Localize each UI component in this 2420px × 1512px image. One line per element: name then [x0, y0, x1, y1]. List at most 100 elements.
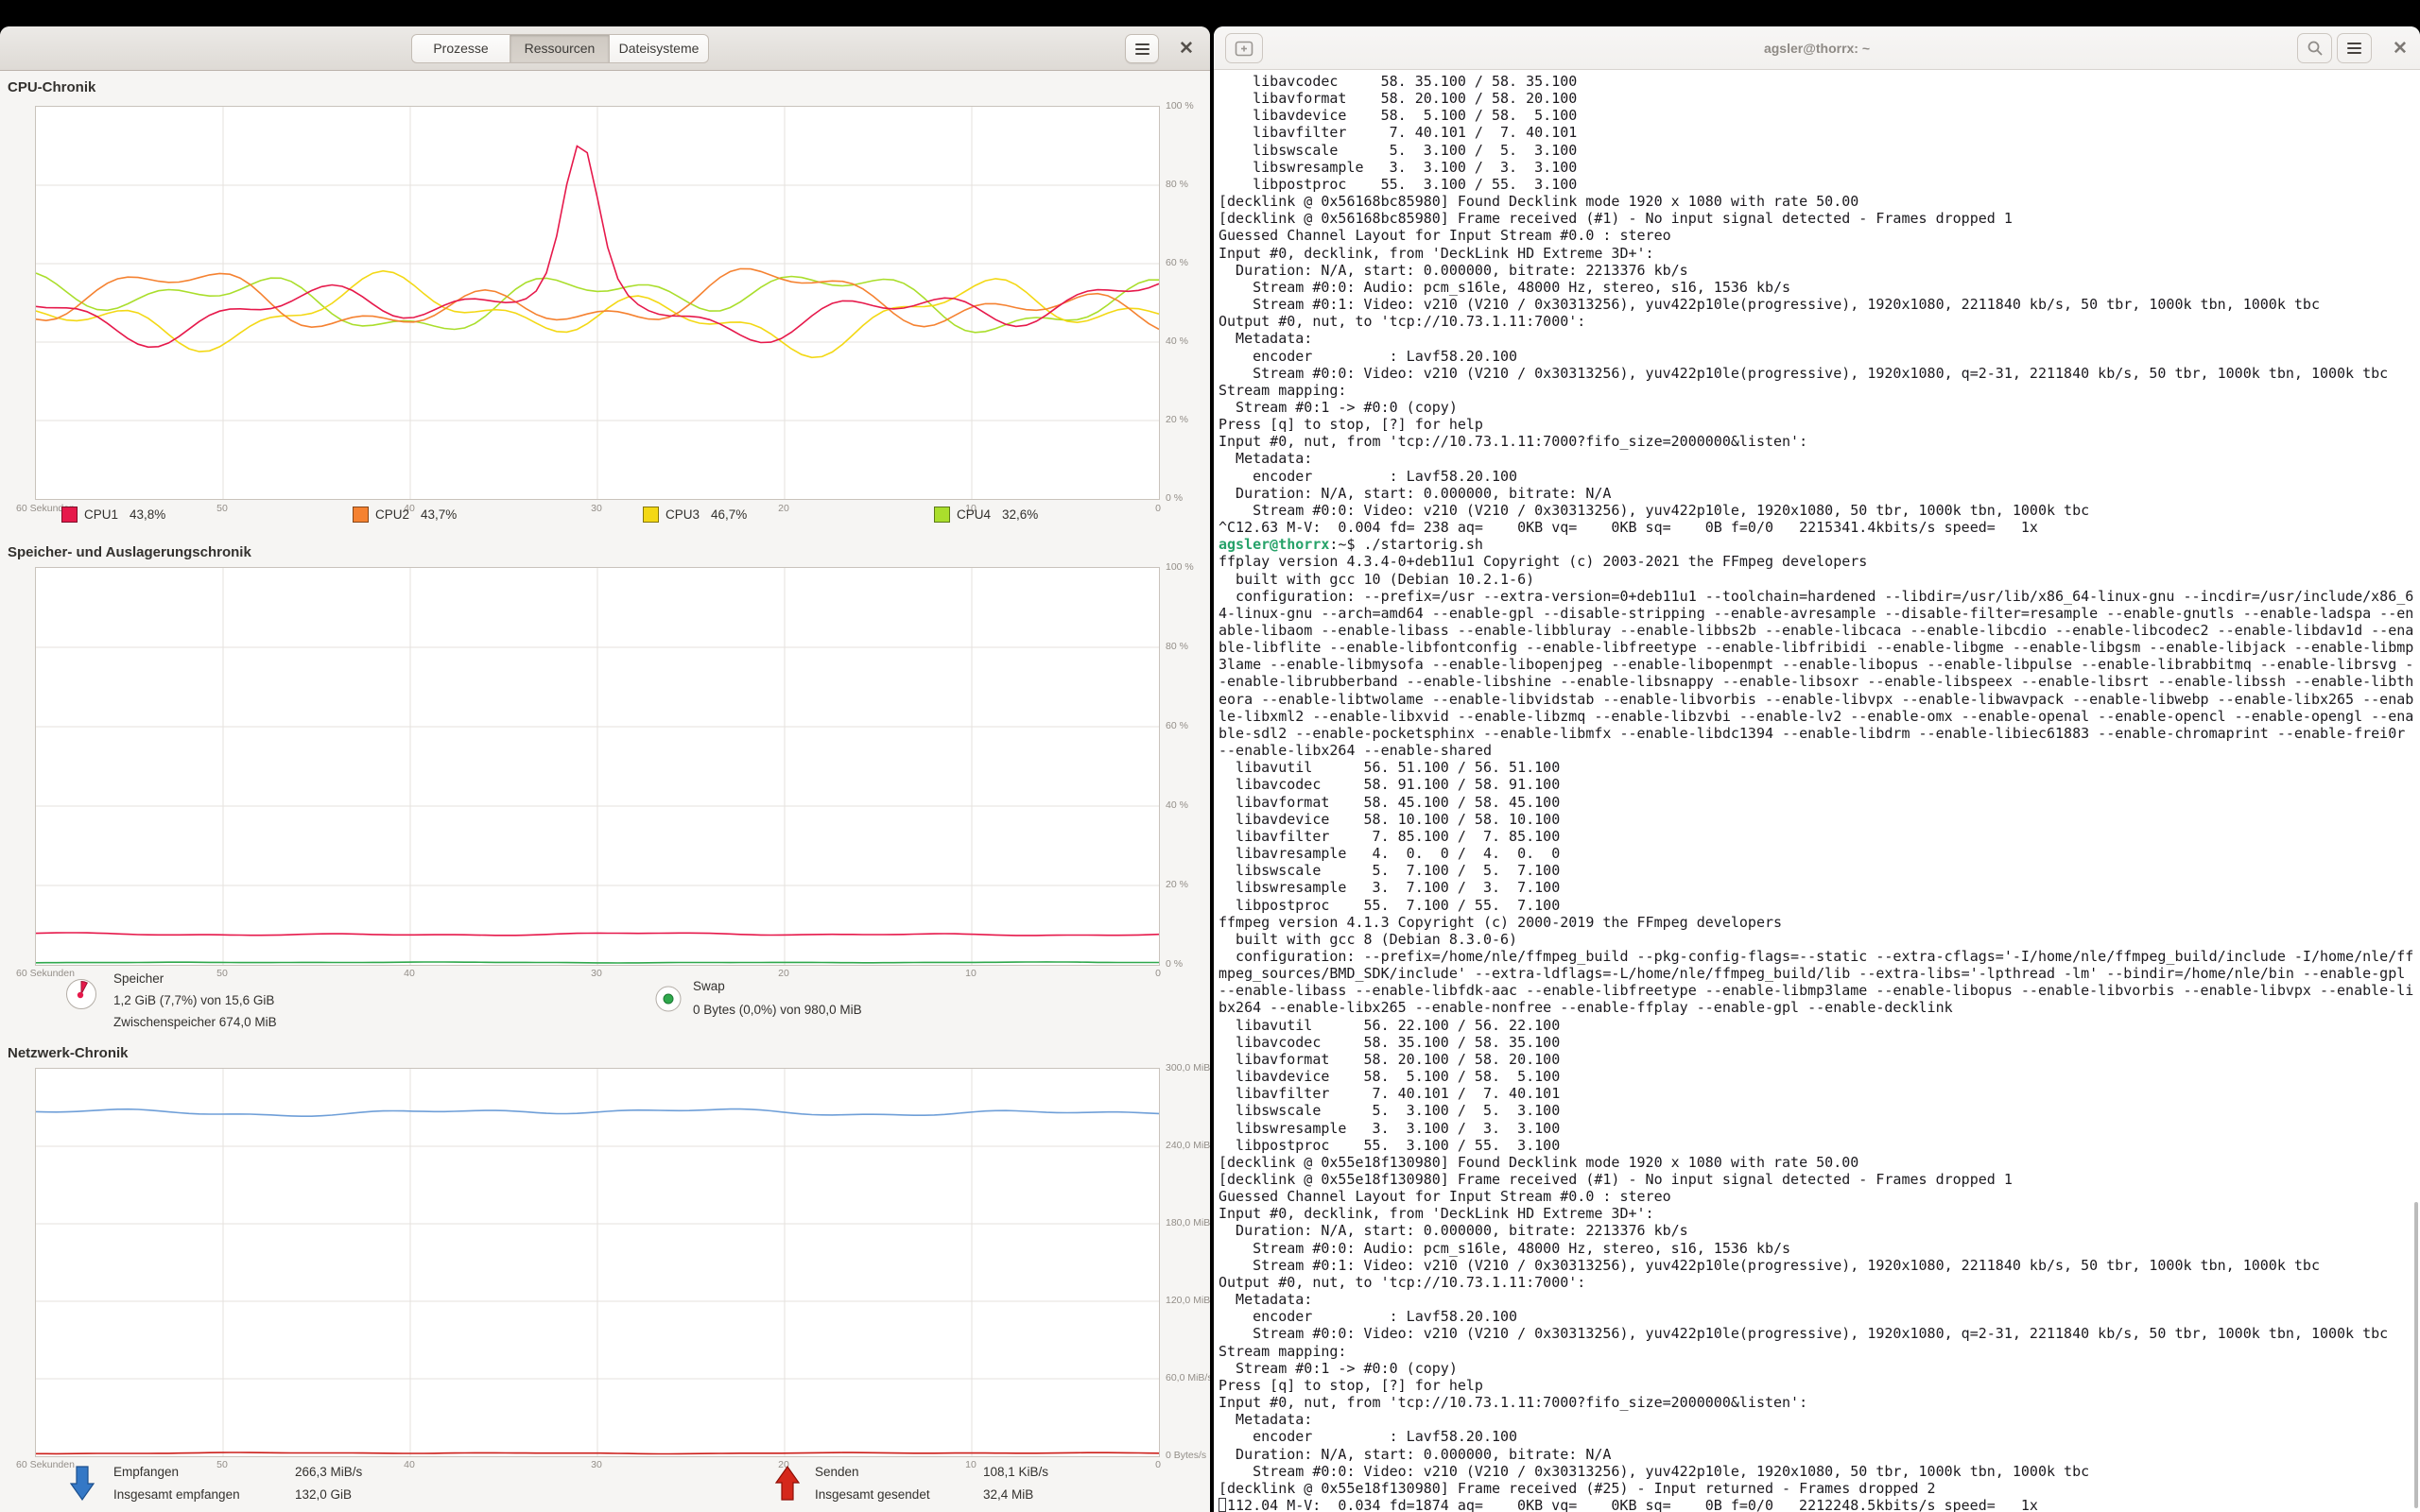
- terminal-output[interactable]: libavcodec 58. 35.100 / 58. 35.100 libav…: [1214, 70, 2420, 1512]
- terminal-line: Stream #0:0: Video: v210 (V210 / 0x30313…: [1219, 365, 2420, 382]
- terminal-line: libavdevice 58. 10.100 / 58. 10.100: [1219, 811, 2420, 828]
- terminal-line: libavutil 56. 22.100 / 56. 22.100: [1219, 1017, 2420, 1034]
- terminal-line: [decklink @ 0x56168bc85980] Frame receiv…: [1219, 210, 2420, 227]
- terminal-line: --enable-libx264 --enable-shared: [1219, 742, 2420, 759]
- tab-ressourcen[interactable]: Ressourcen: [510, 34, 610, 63]
- swap-label: Swap: [693, 979, 725, 993]
- search-button[interactable]: [2297, 33, 2332, 63]
- axis-label: 40: [404, 968, 415, 979]
- terminal-line: libpostproc 55. 3.100 / 55. 3.100: [1219, 1137, 2420, 1154]
- axis-label: 120,0 MiB/s: [1166, 1295, 1210, 1306]
- terminal-line: Output #0, nut, to 'tcp://10.73.1.11:700…: [1219, 1274, 2420, 1291]
- cpu-percent: 43,7%: [421, 507, 457, 522]
- terminal-line: --enable-libass --enable-libfdk-aac --en…: [1219, 982, 2420, 999]
- tab-dateisysteme[interactable]: Dateisysteme: [610, 34, 709, 63]
- terminal-line: Stream #0:1 -> #0:0 (copy): [1219, 399, 2420, 416]
- terminal-line: libavformat 58. 20.100 / 58. 20.100: [1219, 1051, 2420, 1068]
- view-switcher: Prozesse Ressourcen Dateisysteme: [411, 34, 709, 63]
- terminal-line: configuration: --prefix=/home/nle/ffmpeg…: [1219, 948, 2420, 965]
- swap-usage-value: 0 Bytes (0,0%) von 980,0 MiB: [693, 1003, 862, 1017]
- terminal-line: Input #0, decklink, from 'DeckLink HD Ex…: [1219, 1205, 2420, 1222]
- legend-color-swatch: [353, 507, 369, 523]
- terminal-line: mpeg_sources/BMD_SDK/include' --extra-ld…: [1219, 965, 2420, 982]
- cpu-legend-item: CPU1 43,8%: [61, 507, 165, 523]
- terminal-line: Stream mapping:: [1219, 1343, 2420, 1360]
- close-window-button[interactable]: ✕: [1170, 34, 1202, 63]
- network-y-axis-labels: 300,0 MiB/s240,0 MiB/s180,0 MiB/s120,0 M…: [1166, 1068, 1210, 1457]
- terminal-line: libavcodec 58. 35.100 / 58. 35.100: [1219, 73, 2420, 90]
- axis-label: 20 %: [1166, 879, 1188, 890]
- terminal-line: ffmpeg version 4.1.3 Copyright (c) 2000-…: [1219, 914, 2420, 931]
- network-receive-label: Empfangen: [113, 1465, 179, 1479]
- terminal-line: encoder : Lavf58.20.100: [1219, 348, 2420, 365]
- close-icon: ✕: [1179, 40, 1194, 58]
- terminal-line: Input #0, nut, from 'tcp://10.73.1.11:70…: [1219, 1394, 2420, 1411]
- terminal-line: agsler@thorrx:~$ ./startorig.sh: [1219, 536, 2420, 553]
- terminal-line: libpostproc 55. 7.100 / 55. 7.100: [1219, 897, 2420, 914]
- terminal-line: libswresample 3. 3.100 / 3. 3.100: [1219, 159, 2420, 176]
- hamburger-menu-button[interactable]: [1125, 34, 1159, 63]
- system-monitor-window: Prozesse Ressourcen Dateisysteme ✕ CPU-C…: [0, 26, 1210, 1512]
- terminal-line: Stream #0:0: Video: v210 (V210 / 0x30313…: [1219, 1463, 2420, 1480]
- terminal-line: Metadata:: [1219, 450, 2420, 467]
- terminal-line: libavdevice 58. 5.100 / 58. 5.100: [1219, 1068, 2420, 1085]
- terminal-line: Metadata:: [1219, 1411, 2420, 1428]
- new-tab-icon: [1235, 41, 1253, 57]
- terminal-line: built with gcc 8 (Debian 8.3.0-6): [1219, 931, 2420, 948]
- terminal-line: configuration: --prefix=/usr --extra-ver…: [1219, 588, 2420, 605]
- network-history-chart: [35, 1068, 1160, 1457]
- terminal-line: Press [q] to stop, [?] for help: [1219, 1377, 2420, 1394]
- cpu-name: CPU1: [84, 507, 118, 522]
- cpu-legend-item: CPU346,7%: [643, 507, 747, 523]
- terminal-line: [decklink @ 0x56168bc85980] Found Deckli…: [1219, 193, 2420, 210]
- axis-label: 100 %: [1166, 561, 1194, 573]
- upload-arrow-icon: [775, 1465, 800, 1507]
- memory-pie-icon: [62, 975, 100, 1018]
- terminal-line: -enable-librubberband --enable-libshine …: [1219, 673, 2420, 690]
- axis-label: 50: [216, 1459, 228, 1470]
- terminal-window: agsler@thorrx: ~ ✕ liba: [1214, 26, 2420, 1512]
- axis-label: 60 Sekunden: [16, 1459, 75, 1470]
- terminal-line: Input #0, decklink, from 'DeckLink HD Ex…: [1219, 245, 2420, 262]
- terminal-close-button[interactable]: ✕: [2384, 33, 2416, 63]
- axis-label: 240,0 MiB/s: [1166, 1140, 1210, 1151]
- terminal-line: libavfilter 7. 40.101 / 7. 40.101: [1219, 124, 2420, 141]
- terminal-line: ffplay version 4.3.4-0+deb11u1 Copyright…: [1219, 553, 2420, 570]
- axis-label: 40 %: [1166, 335, 1188, 347]
- cpu-section-title: CPU-Chronik: [8, 79, 95, 95]
- axis-label: 10: [965, 968, 977, 979]
- terminal-line: encoder : Lavf58.20.100: [1219, 1428, 2420, 1445]
- terminal-line: libswscale 5. 3.100 / 5. 3.100: [1219, 1102, 2420, 1119]
- terminal-line: le-libxml2 --enable-libxvid --enable-lib…: [1219, 708, 2420, 725]
- terminal-line: Stream #0:1: Video: v210 (V210 / 0x30313…: [1219, 1257, 2420, 1274]
- axis-label: 10: [965, 1459, 977, 1470]
- terminal-line: libavdevice 58. 5.100 / 58. 5.100: [1219, 107, 2420, 124]
- terminal-line: able-libaom --enable-libass --enable-lib…: [1219, 622, 2420, 639]
- terminal-line: Stream #0:0: Audio: pcm_s16le, 48000 Hz,…: [1219, 279, 2420, 296]
- new-tab-button[interactable]: [1225, 33, 1263, 63]
- axis-label: 50: [216, 968, 228, 979]
- terminal-scrollbar[interactable]: [2414, 1202, 2418, 1508]
- terminal-line: ble-sdl2 --enable-pocketsphinx --enable-…: [1219, 725, 2420, 742]
- cpu-percent: 43,8%: [130, 507, 165, 522]
- terminal-line: Stream #0:0: Audio: pcm_s16le, 48000 Hz,…: [1219, 1240, 2420, 1257]
- axis-label: 60 %: [1166, 257, 1188, 268]
- terminal-line: Metadata:: [1219, 330, 2420, 347]
- network-total-received-label: Insgesamt empfangen: [113, 1487, 240, 1502]
- desktop: Prozesse Ressourcen Dateisysteme ✕ CPU-C…: [0, 0, 2420, 1512]
- terminal-line: bx264 --enable-libx265 --enable-nonfree …: [1219, 999, 2420, 1016]
- cpu-legend-item: CPU432,6%: [934, 507, 1038, 523]
- axis-label: 20 %: [1166, 414, 1188, 425]
- terminal-line: encoder : Lavf58.20.100: [1219, 1308, 2420, 1325]
- terminal-line: libavutil 56. 51.100 / 56. 51.100: [1219, 759, 2420, 776]
- axis-label: 20: [778, 968, 789, 979]
- terminal-line: Duration: N/A, start: 0.000000, bitrate:…: [1219, 1222, 2420, 1239]
- network-total-sent-label: Insgesamt gesendet: [815, 1487, 930, 1502]
- terminal-line: [decklink @ 0x55e18f130980] Frame receiv…: [1219, 1171, 2420, 1188]
- terminal-menu-button[interactable]: [2337, 33, 2372, 63]
- tab-prozesse[interactable]: Prozesse: [411, 34, 510, 63]
- axis-label: 100 %: [1166, 100, 1194, 112]
- axis-label: 80 %: [1166, 641, 1188, 652]
- axis-label: 0: [1155, 1459, 1161, 1470]
- terminal-line: libswscale 5. 7.100 / 5. 7.100: [1219, 862, 2420, 879]
